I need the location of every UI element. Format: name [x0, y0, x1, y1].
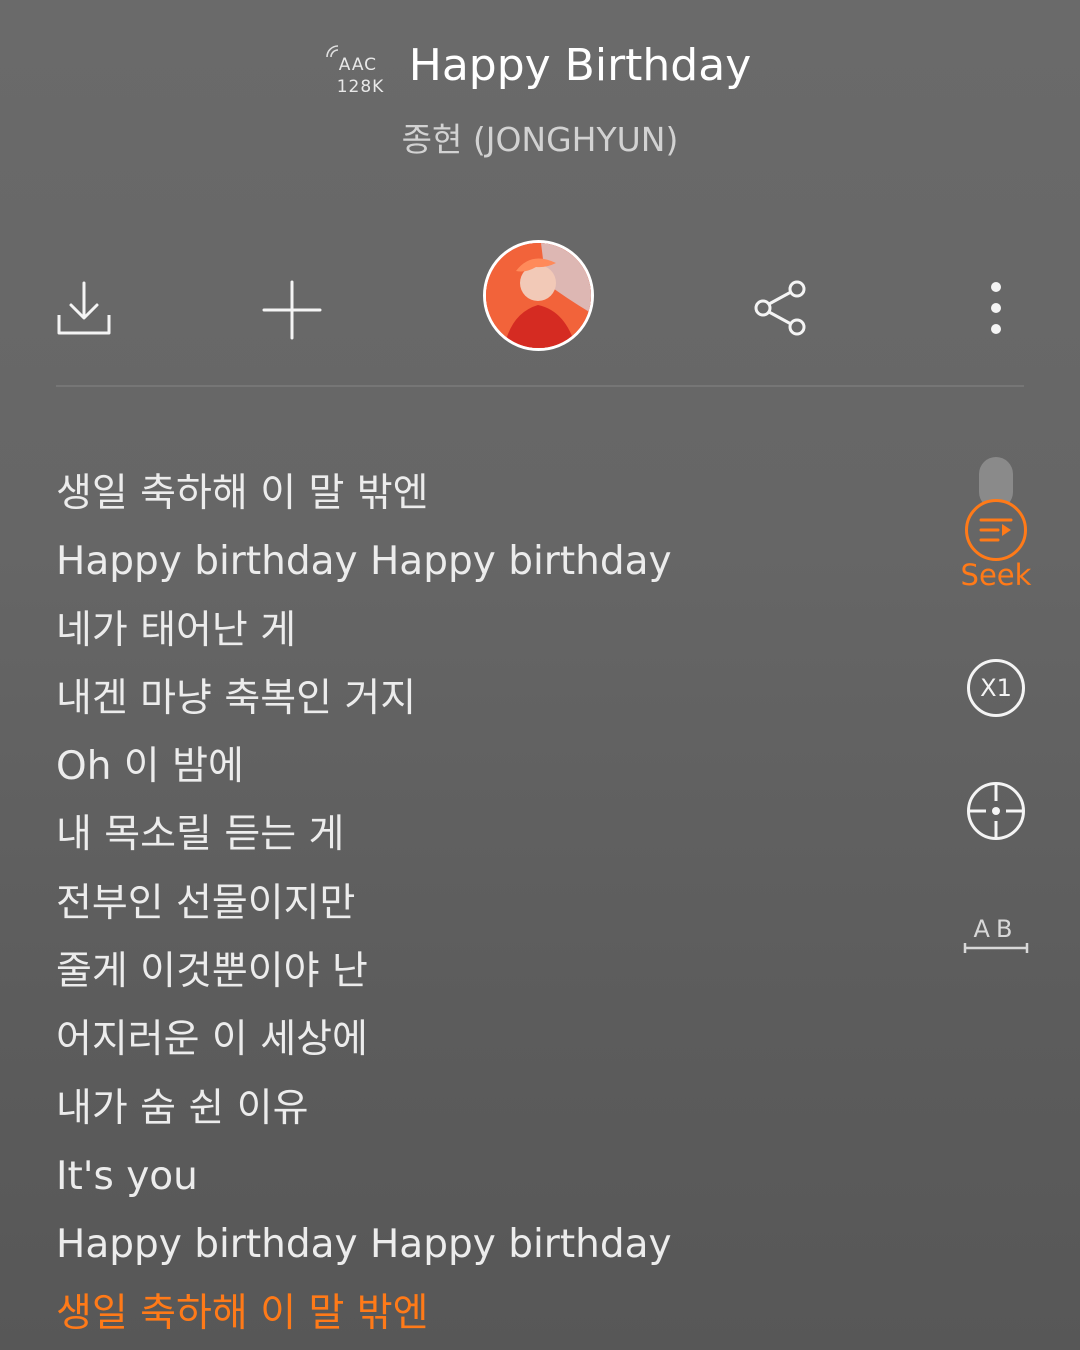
- lyric-line[interactable]: 전부인 선물이지만: [56, 870, 936, 938]
- lyric-line[interactable]: It's you: [56, 1143, 936, 1211]
- lyric-line[interactable]: 내겐 마냥 축복인 거지: [56, 665, 936, 733]
- toolbar-divider: [56, 385, 1024, 387]
- lyric-line[interactable]: 내가 숨 쉰 이유: [56, 1075, 936, 1143]
- share-icon: [754, 280, 806, 336]
- speed-label: X1: [980, 674, 1012, 702]
- share-button[interactable]: [748, 276, 812, 340]
- ab-range-icon: [963, 943, 1029, 953]
- crosshair-icon: [970, 785, 1022, 837]
- lyric-line[interactable]: Happy birthday Happy birthday: [56, 528, 936, 596]
- song-title: Happy Birthday: [408, 40, 752, 91]
- more-vertical-icon: [991, 282, 1001, 334]
- lyric-line[interactable]: 생일 축하해 이 말 밖엔: [56, 460, 936, 528]
- add-to-playlist-button[interactable]: [258, 276, 326, 344]
- ab-repeat-label: AB: [973, 915, 1019, 943]
- song-header: AAC 128K Happy Birthday 종현 (JONGHYUN): [0, 40, 1080, 161]
- lyric-line[interactable]: Happy birthday Happy birthday: [56, 1211, 936, 1279]
- more-options-button[interactable]: [966, 276, 1026, 340]
- signal-icon: [325, 44, 338, 57]
- seek-button[interactable]: [965, 499, 1027, 561]
- download-icon: [57, 281, 111, 335]
- artist-name[interactable]: 종현 (JONGHYUN): [0, 113, 1080, 161]
- seek-label: Seek: [960, 558, 1032, 592]
- locate-current-lyric-button[interactable]: [967, 782, 1025, 840]
- codec-bitrate: 128K: [336, 76, 385, 97]
- seek-icon: [979, 518, 1013, 542]
- download-button[interactable]: [50, 274, 118, 342]
- plus-icon: [262, 280, 322, 340]
- lyric-line[interactable]: Oh 이 밤에: [56, 733, 936, 801]
- action-toolbar: [0, 240, 1080, 352]
- lyric-line[interactable]: 네가 태어난 게: [56, 597, 936, 665]
- codec-badge: AAC 128K: [325, 42, 387, 96]
- album-art-image: [486, 243, 591, 348]
- title-row: AAC 128K Happy Birthday: [0, 40, 1080, 96]
- lyric-line-current[interactable]: 생일 축하해 이 말 밖엔: [56, 1280, 936, 1348]
- codec-format: AAC: [338, 54, 378, 75]
- lyric-line[interactable]: 줄게 이것뿐이야 난: [56, 938, 936, 1006]
- playback-speed-button[interactable]: X1: [967, 659, 1025, 717]
- lyric-line[interactable]: 어지러운 이 세상에: [56, 1006, 936, 1074]
- lyrics-panel[interactable]: 생일 축하해 이 말 밖엔 Happy birthday Happy birth…: [56, 460, 936, 1348]
- album-art[interactable]: [483, 240, 594, 351]
- lyric-line[interactable]: 내 목소릴 듣는 게: [56, 801, 936, 869]
- ab-repeat-button[interactable]: AB: [963, 915, 1029, 955]
